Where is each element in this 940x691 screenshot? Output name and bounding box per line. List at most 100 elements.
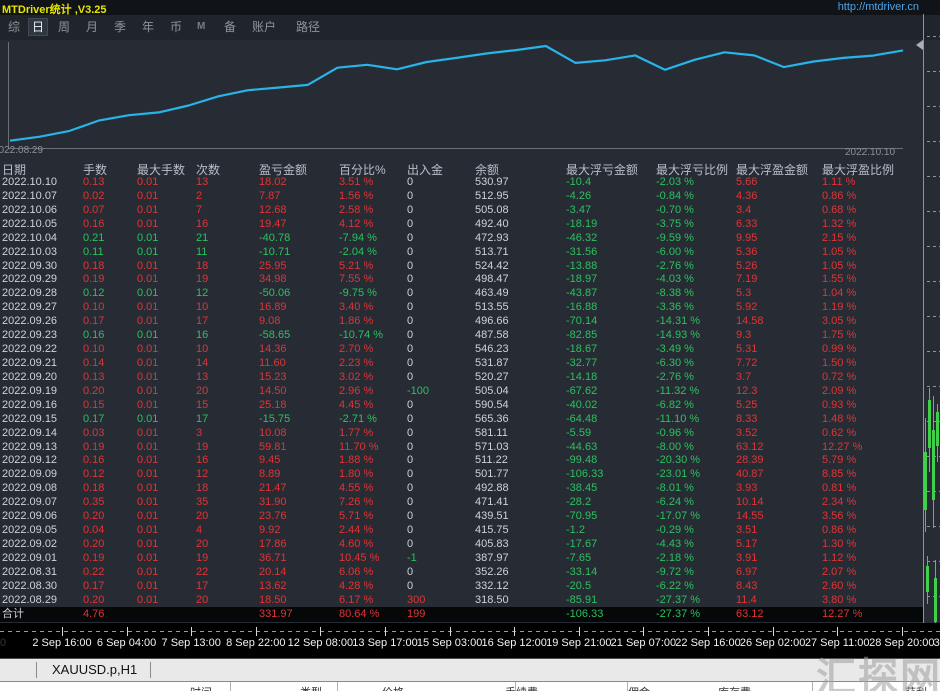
table-cell: 2022.10.07	[2, 190, 83, 204]
table-cell: 0.07	[83, 204, 137, 218]
table-cell: 513.71	[475, 246, 566, 260]
website-link[interactable]: http://mtdriver.cn	[838, 1, 919, 13]
table-cell: 0.01	[137, 287, 196, 301]
table-cell: 11	[196, 246, 259, 260]
table-cell: 15	[196, 399, 259, 413]
table-cell: 12.27 %	[822, 441, 923, 455]
table-cell: 520.27	[475, 371, 566, 385]
time-axis-label: 6 Sep 04:00	[97, 637, 156, 649]
table-cell: 3.7	[736, 371, 822, 385]
table-cell: -11.32 %	[656, 385, 736, 399]
table-cell: 2022.09.22	[2, 343, 83, 357]
table-cell: -100	[407, 385, 475, 399]
table-cell: 318.50	[475, 594, 566, 608]
table-row: 2022.10.060.070.01712.682.58 %0505.08-3.…	[0, 204, 923, 218]
table-cell: -70.95	[566, 510, 656, 524]
table-cell: 20.14	[259, 566, 339, 580]
table-cell: 11.60	[259, 357, 339, 371]
table-row: 2022.09.010.190.011936.7110.45 %-1387.97…	[0, 552, 923, 566]
table-header-row: 日期手数最大手数次数盈亏金额百分比%出入金余额最大浮亏金额最大浮亏比例最大浮盈金…	[0, 161, 925, 176]
table-cell: 4.36	[736, 190, 822, 204]
scroll-left-arrow-icon[interactable]	[916, 40, 923, 50]
table-cell: 7.87	[259, 190, 339, 204]
table-cell: -4.03 %	[656, 273, 736, 287]
table-cell: 3.91	[736, 552, 822, 566]
table-cell: 15.23	[259, 371, 339, 385]
table-cell: 0.16	[83, 329, 137, 343]
menu-item-9[interactable]: 备	[224, 19, 236, 35]
table-cell: -6.22 %	[656, 580, 736, 594]
time-axis-label: 19 Sep 21:00	[546, 637, 611, 649]
table-cell: 2022.08.29	[2, 594, 83, 608]
menu-item-5[interactable]: 季	[114, 19, 126, 35]
table-cell: 0.16	[83, 454, 137, 468]
table-cell: 0	[407, 413, 475, 427]
table-cell: 1.55 %	[822, 273, 923, 287]
menu-item-6[interactable]: 年	[142, 19, 154, 35]
menu-item-10[interactable]: 账户	[252, 19, 276, 35]
price-tick	[927, 316, 940, 317]
table-cell: -18.97	[566, 273, 656, 287]
table-cell: -9.72 %	[656, 566, 736, 580]
chart-tab-bar: XAUUSD.p,H1	[0, 658, 940, 681]
table-cell: -5.59	[566, 427, 656, 441]
menu-item-path[interactable]: 路径	[296, 19, 320, 35]
table-cell: 0.20	[83, 594, 137, 608]
table-cell: 6.33	[736, 218, 822, 232]
menu-item-4[interactable]: 月	[86, 19, 98, 35]
candle-body	[932, 430, 935, 500]
table-cell: 7.19	[736, 273, 822, 287]
table-cell: 513.55	[475, 301, 566, 315]
table-cell: -7.94 %	[339, 232, 407, 246]
table-cell: 512.95	[475, 190, 566, 204]
table-cell: 2022.09.20	[2, 371, 83, 385]
table-cell: 0.14	[83, 357, 137, 371]
tab-xauusd-h1[interactable]: XAUUSD.p,H1	[52, 662, 137, 677]
table-cell: 5.71 %	[339, 510, 407, 524]
table-cell: -1	[407, 552, 475, 566]
table-cell: 9.3	[736, 329, 822, 343]
menu-item-8[interactable]: M	[197, 19, 205, 35]
price-tick	[927, 281, 940, 282]
table-cell: 22	[196, 566, 259, 580]
menu-item-7[interactable]: 币	[170, 19, 182, 35]
menu-item-1[interactable]: 综	[8, 19, 20, 35]
table-cell: 5.79 %	[822, 454, 923, 468]
table-cell: 2022.08.31	[2, 566, 83, 580]
table-cell: 16	[196, 329, 259, 343]
table-cell: 1.32 %	[822, 218, 923, 232]
table-cell: 1.11 %	[822, 176, 923, 190]
price-tick	[927, 561, 940, 562]
time-axis-tick	[837, 627, 838, 636]
table-cell: -46.32	[566, 232, 656, 246]
table-cell: 546.23	[475, 343, 566, 357]
table-cell: 0.01	[137, 273, 196, 287]
table-cell: 8.89	[259, 468, 339, 482]
table-cell: 0.18	[83, 260, 137, 274]
table-cell: 0	[407, 496, 475, 510]
strip-separator	[337, 682, 338, 691]
menu-item-2[interactable]: 日	[28, 18, 48, 36]
table-cell: 3.80 %	[822, 594, 923, 608]
table-cell: 3.02 %	[339, 371, 407, 385]
table-cell: 2022.09.16	[2, 399, 83, 413]
table-cell: 12	[196, 468, 259, 482]
table-cell: 14.55	[736, 510, 822, 524]
table-cell: 10	[196, 343, 259, 357]
table-cell: 0.18	[83, 482, 137, 496]
table-cell: 3.51	[736, 524, 822, 538]
table-row: 2022.09.210.140.011411.602.23 %0531.87-3…	[0, 357, 923, 371]
table-cell: 0.20	[83, 385, 137, 399]
menu-item-3[interactable]: 周	[58, 19, 70, 35]
table-cell: -6.30 %	[656, 357, 736, 371]
table-cell: 18	[196, 482, 259, 496]
table-cell: 10.08	[259, 427, 339, 441]
table-cell: -40.78	[259, 232, 339, 246]
table-cell: 492.40	[475, 218, 566, 232]
candle-body	[926, 566, 929, 592]
table-cell: -17.07 %	[656, 510, 736, 524]
table-cell: 7	[196, 204, 259, 218]
table-cell: -10.74 %	[339, 329, 407, 343]
table-cell: 2022.09.27	[2, 301, 83, 315]
table-cell: 2022.10.04	[2, 232, 83, 246]
